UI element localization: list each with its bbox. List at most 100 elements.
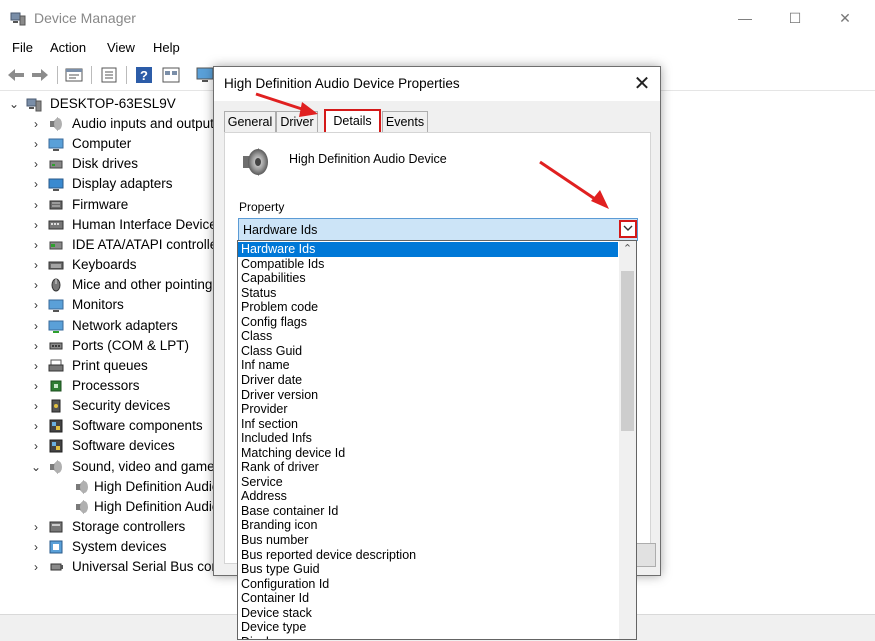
help-icon[interactable]: ? <box>134 65 154 85</box>
svg-text:?: ? <box>140 68 148 83</box>
update-driver-icon[interactable] <box>99 65 119 85</box>
property-option[interactable]: Class Guid <box>238 344 618 359</box>
printer-icon <box>48 359 64 372</box>
chevron-right-icon[interactable]: › <box>30 174 42 194</box>
tree-item-label: Display adapters <box>72 176 173 192</box>
property-option[interactable]: Problem code <box>238 300 618 315</box>
ide-icon <box>49 241 63 250</box>
property-option[interactable]: Inf name <box>238 358 618 373</box>
property-option[interactable]: Driver version <box>238 388 618 403</box>
maximize-button[interactable]: ☐ <box>772 4 818 32</box>
menu-action[interactable]: Action <box>50 40 86 55</box>
property-option[interactable]: Address <box>238 489 618 504</box>
property-option[interactable]: Display name <box>238 635 618 639</box>
menu-view[interactable]: View <box>107 40 135 55</box>
computer-icon <box>48 138 64 152</box>
chevron-right-icon[interactable]: › <box>30 114 42 134</box>
chevron-right-icon[interactable]: › <box>30 396 42 416</box>
chevron-right-icon[interactable]: › <box>30 134 42 154</box>
chevron-right-icon[interactable]: › <box>30 436 42 456</box>
tree-root-label: DESKTOP-63ESL9V <box>50 96 176 111</box>
property-option[interactable]: Device type <box>238 620 618 635</box>
chevron-right-icon[interactable]: › <box>30 195 42 215</box>
menu-bar: File Action View Help <box>0 36 875 58</box>
monitor-icon[interactable] <box>195 65 215 85</box>
chevron-right-icon[interactable]: › <box>30 416 42 436</box>
chevron-right-icon[interactable]: › <box>30 235 42 255</box>
property-option[interactable]: Configuration Id <box>238 577 618 592</box>
dialog-title-bar: High Definition Audio Device Properties … <box>214 67 660 101</box>
property-option[interactable]: Inf section <box>238 417 618 432</box>
chevron-right-icon[interactable]: › <box>30 537 42 557</box>
software-icon <box>49 439 63 453</box>
property-option[interactable]: Class <box>238 329 618 344</box>
property-option[interactable]: Bus type Guid <box>238 562 618 577</box>
speaker-icon <box>76 499 88 514</box>
tree-item-label: Monitors <box>72 297 124 313</box>
property-option[interactable]: Status <box>238 286 618 301</box>
property-option[interactable]: Bus number <box>238 533 618 548</box>
hid-icon <box>48 220 64 230</box>
scroll-up-icon[interactable]: ⌃ <box>619 241 636 258</box>
property-option[interactable]: Hardware Ids <box>238 242 618 257</box>
tree-item-label: Security devices <box>72 398 171 414</box>
property-option[interactable]: Config flags <box>238 315 618 330</box>
close-button[interactable]: ✕ <box>822 4 868 32</box>
device-name: High Definition Audio Device <box>289 152 447 166</box>
back-arrow-icon[interactable] <box>6 65 26 85</box>
property-option[interactable]: Device stack <box>238 606 618 621</box>
ok-button[interactable] <box>636 543 656 567</box>
dialog-close-button[interactable]: ✕ <box>628 71 656 97</box>
mouse-icon <box>51 278 61 292</box>
menu-file[interactable]: File <box>12 40 33 55</box>
tab-events[interactable]: Events <box>382 111 428 132</box>
tab-general[interactable]: General <box>224 111 276 132</box>
chevron-right-icon[interactable]: › <box>30 356 42 376</box>
display-icon <box>48 178 64 192</box>
show-hidden-icon[interactable] <box>161 65 181 85</box>
chevron-right-icon[interactable]: › <box>30 376 42 396</box>
tree-item-label: Ports (COM & LPT) <box>72 337 190 353</box>
property-option[interactable]: Matching device Id <box>238 446 618 461</box>
property-option[interactable]: Container Id <box>238 591 618 606</box>
chevron-right-icon[interactable]: › <box>30 295 42 315</box>
chevron-right-icon[interactable]: › <box>30 154 42 174</box>
chevron-right-icon[interactable]: › <box>30 255 42 275</box>
property-option[interactable]: Rank of driver <box>238 460 618 475</box>
chevron-right-icon[interactable]: › <box>30 517 42 537</box>
property-option[interactable]: Bus reported device description <box>238 548 618 563</box>
property-option[interactable]: Capabilities <box>238 271 618 286</box>
scrollbar[interactable]: ⌃ <box>619 241 636 639</box>
dropdown-button[interactable] <box>619 220 637 238</box>
chevron-down-icon[interactable]: ⌄ <box>8 94 20 114</box>
property-option[interactable]: Base container Id <box>238 504 618 519</box>
chevron-right-icon[interactable]: › <box>30 557 42 577</box>
properties-icon[interactable] <box>64 65 84 85</box>
tree-item-label: Keyboards <box>72 257 137 272</box>
speaker-icon <box>50 459 62 474</box>
chevron-right-icon[interactable]: › <box>30 316 42 336</box>
property-option[interactable]: Compatible Ids <box>238 257 618 272</box>
minimize-button[interactable]: — <box>722 4 768 32</box>
menu-help[interactable]: Help <box>153 40 180 55</box>
tab-driver[interactable]: Driver <box>276 111 318 132</box>
property-option[interactable]: Branding icon <box>238 518 618 533</box>
property-dropdown-list[interactable]: Hardware Ids Compatible Ids Capabilities St… <box>237 240 637 640</box>
speaker-icon <box>243 148 268 176</box>
scroll-thumb[interactable] <box>621 271 634 431</box>
tree-item-label: IDE ATA/ATAPI controllers <box>72 236 229 252</box>
property-option[interactable]: Included Infs <box>238 431 618 446</box>
chevron-right-icon[interactable]: › <box>30 336 42 356</box>
device-manager-icon <box>10 12 26 26</box>
processor-icon <box>50 380 62 392</box>
property-option[interactable]: Driver date <box>238 373 618 388</box>
tree-item-label: Firmware <box>72 196 129 212</box>
chevron-down-icon[interactable]: ⌄ <box>30 457 42 477</box>
forward-arrow-icon[interactable] <box>30 65 50 85</box>
property-combobox[interactable]: Hardware Ids <box>238 218 638 241</box>
tree-item-label: Human Interface Devices <box>72 216 224 232</box>
chevron-right-icon[interactable]: › <box>30 215 42 235</box>
property-option[interactable]: Provider <box>238 402 618 417</box>
chevron-right-icon[interactable]: › <box>30 275 42 295</box>
property-option[interactable]: Service <box>238 475 618 490</box>
